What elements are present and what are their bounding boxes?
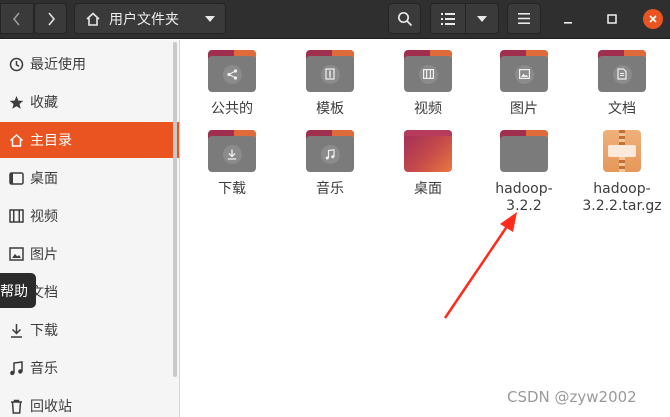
chevron-left-icon: [12, 11, 20, 26]
header-bar: 用户文件夹: [0, 0, 670, 39]
folder-icon: [500, 130, 548, 172]
music-icon: [5, 360, 27, 376]
file-item[interactable]: 模板: [284, 50, 376, 118]
share-icon: [222, 64, 242, 84]
sidebar-item-label: 主目录: [30, 133, 72, 149]
sidebar-item-label: 下载: [30, 323, 58, 339]
sidebar-scrollbar[interactable]: [173, 42, 177, 377]
archive-icon: [603, 130, 641, 172]
trash-icon: [5, 399, 27, 414]
view-options-button[interactable]: [465, 3, 499, 34]
folder-icon: [306, 130, 354, 172]
file-item[interactable]: hadoop- 3.2.2: [478, 130, 570, 215]
chevron-right-icon: [47, 11, 55, 26]
list-view-icon: [441, 12, 455, 25]
tooltip-text: 帮助: [0, 283, 28, 300]
maximize-button[interactable]: [602, 9, 622, 29]
download-icon: [222, 144, 242, 164]
sidebar-item-label: 视频: [30, 209, 58, 225]
sidebar: 最近使用 收藏 主目录 桌面 视频 图片 文档 下载 音乐 回收站: [0, 40, 180, 417]
file-name: 下载: [218, 181, 246, 197]
file-name-line: 3.2.2: [506, 198, 542, 214]
film-icon: [418, 64, 438, 84]
file-name: hadoop- 3.2.2: [495, 181, 552, 215]
search-button[interactable]: [388, 3, 421, 34]
file-name: 桌面: [414, 181, 442, 197]
template-icon: [320, 64, 340, 84]
main-menu-button[interactable]: [507, 3, 541, 34]
folder-icon: [404, 50, 452, 92]
folder-icon: [208, 50, 256, 92]
home-icon: [5, 133, 27, 148]
caret-down-icon[interactable]: [205, 16, 215, 22]
sidebar-item-home[interactable]: 主目录: [0, 122, 179, 158]
minimize-button[interactable]: [558, 9, 578, 29]
sidebar-item-desktop[interactable]: 桌面: [0, 160, 179, 196]
list-view-button[interactable]: [430, 3, 466, 34]
search-icon: [397, 11, 412, 26]
file-item[interactable]: 图片: [478, 50, 570, 118]
file-name: 图片: [510, 101, 538, 117]
hamburger-menu-icon: [518, 13, 530, 24]
sidebar-item-pictures[interactable]: 图片: [0, 236, 179, 272]
file-item[interactable]: 公共的: [186, 50, 278, 118]
tooltip: 帮助: [0, 273, 36, 308]
minimize-icon: [564, 22, 572, 24]
path-label: 用户文件夹: [109, 11, 179, 28]
path-bar-home[interactable]: 用户文件夹: [74, 3, 226, 34]
home-icon: [86, 11, 100, 26]
sidebar-item-label: 回收站: [30, 399, 72, 415]
file-name: hadoop- 3.2.2.tar.gz: [582, 181, 661, 215]
file-name: 音乐: [316, 181, 344, 197]
file-name-line: hadoop-: [593, 181, 651, 197]
document-icon: [612, 64, 632, 84]
sidebar-item-label: 音乐: [30, 361, 58, 377]
caret-down-icon: [477, 15, 487, 22]
desktop-folder-icon: [404, 130, 452, 172]
sidebar-item-downloads[interactable]: 下载: [0, 312, 179, 348]
download-icon: [5, 323, 27, 338]
file-item[interactable]: 下载: [186, 130, 278, 198]
file-name: 公共的: [211, 101, 253, 117]
file-item[interactable]: 桌面: [382, 130, 474, 198]
forward-button[interactable]: [34, 3, 67, 34]
sidebar-item-label: 图片: [30, 247, 58, 263]
star-icon: [5, 95, 27, 110]
file-item[interactable]: 文档: [576, 50, 668, 118]
file-item[interactable]: 音乐: [284, 130, 376, 198]
back-button[interactable]: [0, 3, 34, 34]
file-name: 模板: [316, 101, 344, 117]
folder-icon: [598, 50, 646, 92]
folder-icon: [306, 50, 354, 92]
clock-icon: [5, 57, 27, 72]
folder-icon: [208, 130, 256, 172]
file-grid: 公共的 模板 视频 图片 文档 下载 音乐 桌面 hadoop- 3.2.2 ha…: [181, 40, 670, 417]
image-icon: [5, 247, 27, 261]
file-name-line: hadoop-: [495, 181, 553, 197]
file-name: 视频: [414, 101, 442, 117]
file-name: 文档: [608, 101, 636, 117]
maximize-icon: [607, 14, 617, 24]
close-button[interactable]: [643, 9, 663, 29]
image-icon: [514, 64, 534, 84]
sidebar-item-trash[interactable]: 回收站: [0, 388, 179, 417]
file-item[interactable]: hadoop- 3.2.2.tar.gz: [576, 130, 668, 215]
watermark: CSDN @zyw2002: [507, 388, 637, 406]
folder-icon: [500, 50, 548, 92]
close-icon: [649, 15, 657, 23]
sidebar-item-starred[interactable]: 收藏: [0, 84, 179, 120]
file-name-line: 3.2.2.tar.gz: [582, 198, 662, 214]
music-icon: [320, 144, 340, 164]
file-item[interactable]: 视频: [382, 50, 474, 118]
sidebar-item-label: 桌面: [30, 171, 58, 187]
film-icon: [5, 209, 27, 223]
sidebar-item-label: 收藏: [30, 95, 58, 111]
sidebar-item-label: 最近使用: [30, 57, 86, 73]
sidebar-item-videos[interactable]: 视频: [0, 198, 179, 234]
desktop-icon: [5, 171, 27, 185]
sidebar-item-music[interactable]: 音乐: [0, 350, 179, 386]
sidebar-item-recent[interactable]: 最近使用: [0, 46, 179, 82]
